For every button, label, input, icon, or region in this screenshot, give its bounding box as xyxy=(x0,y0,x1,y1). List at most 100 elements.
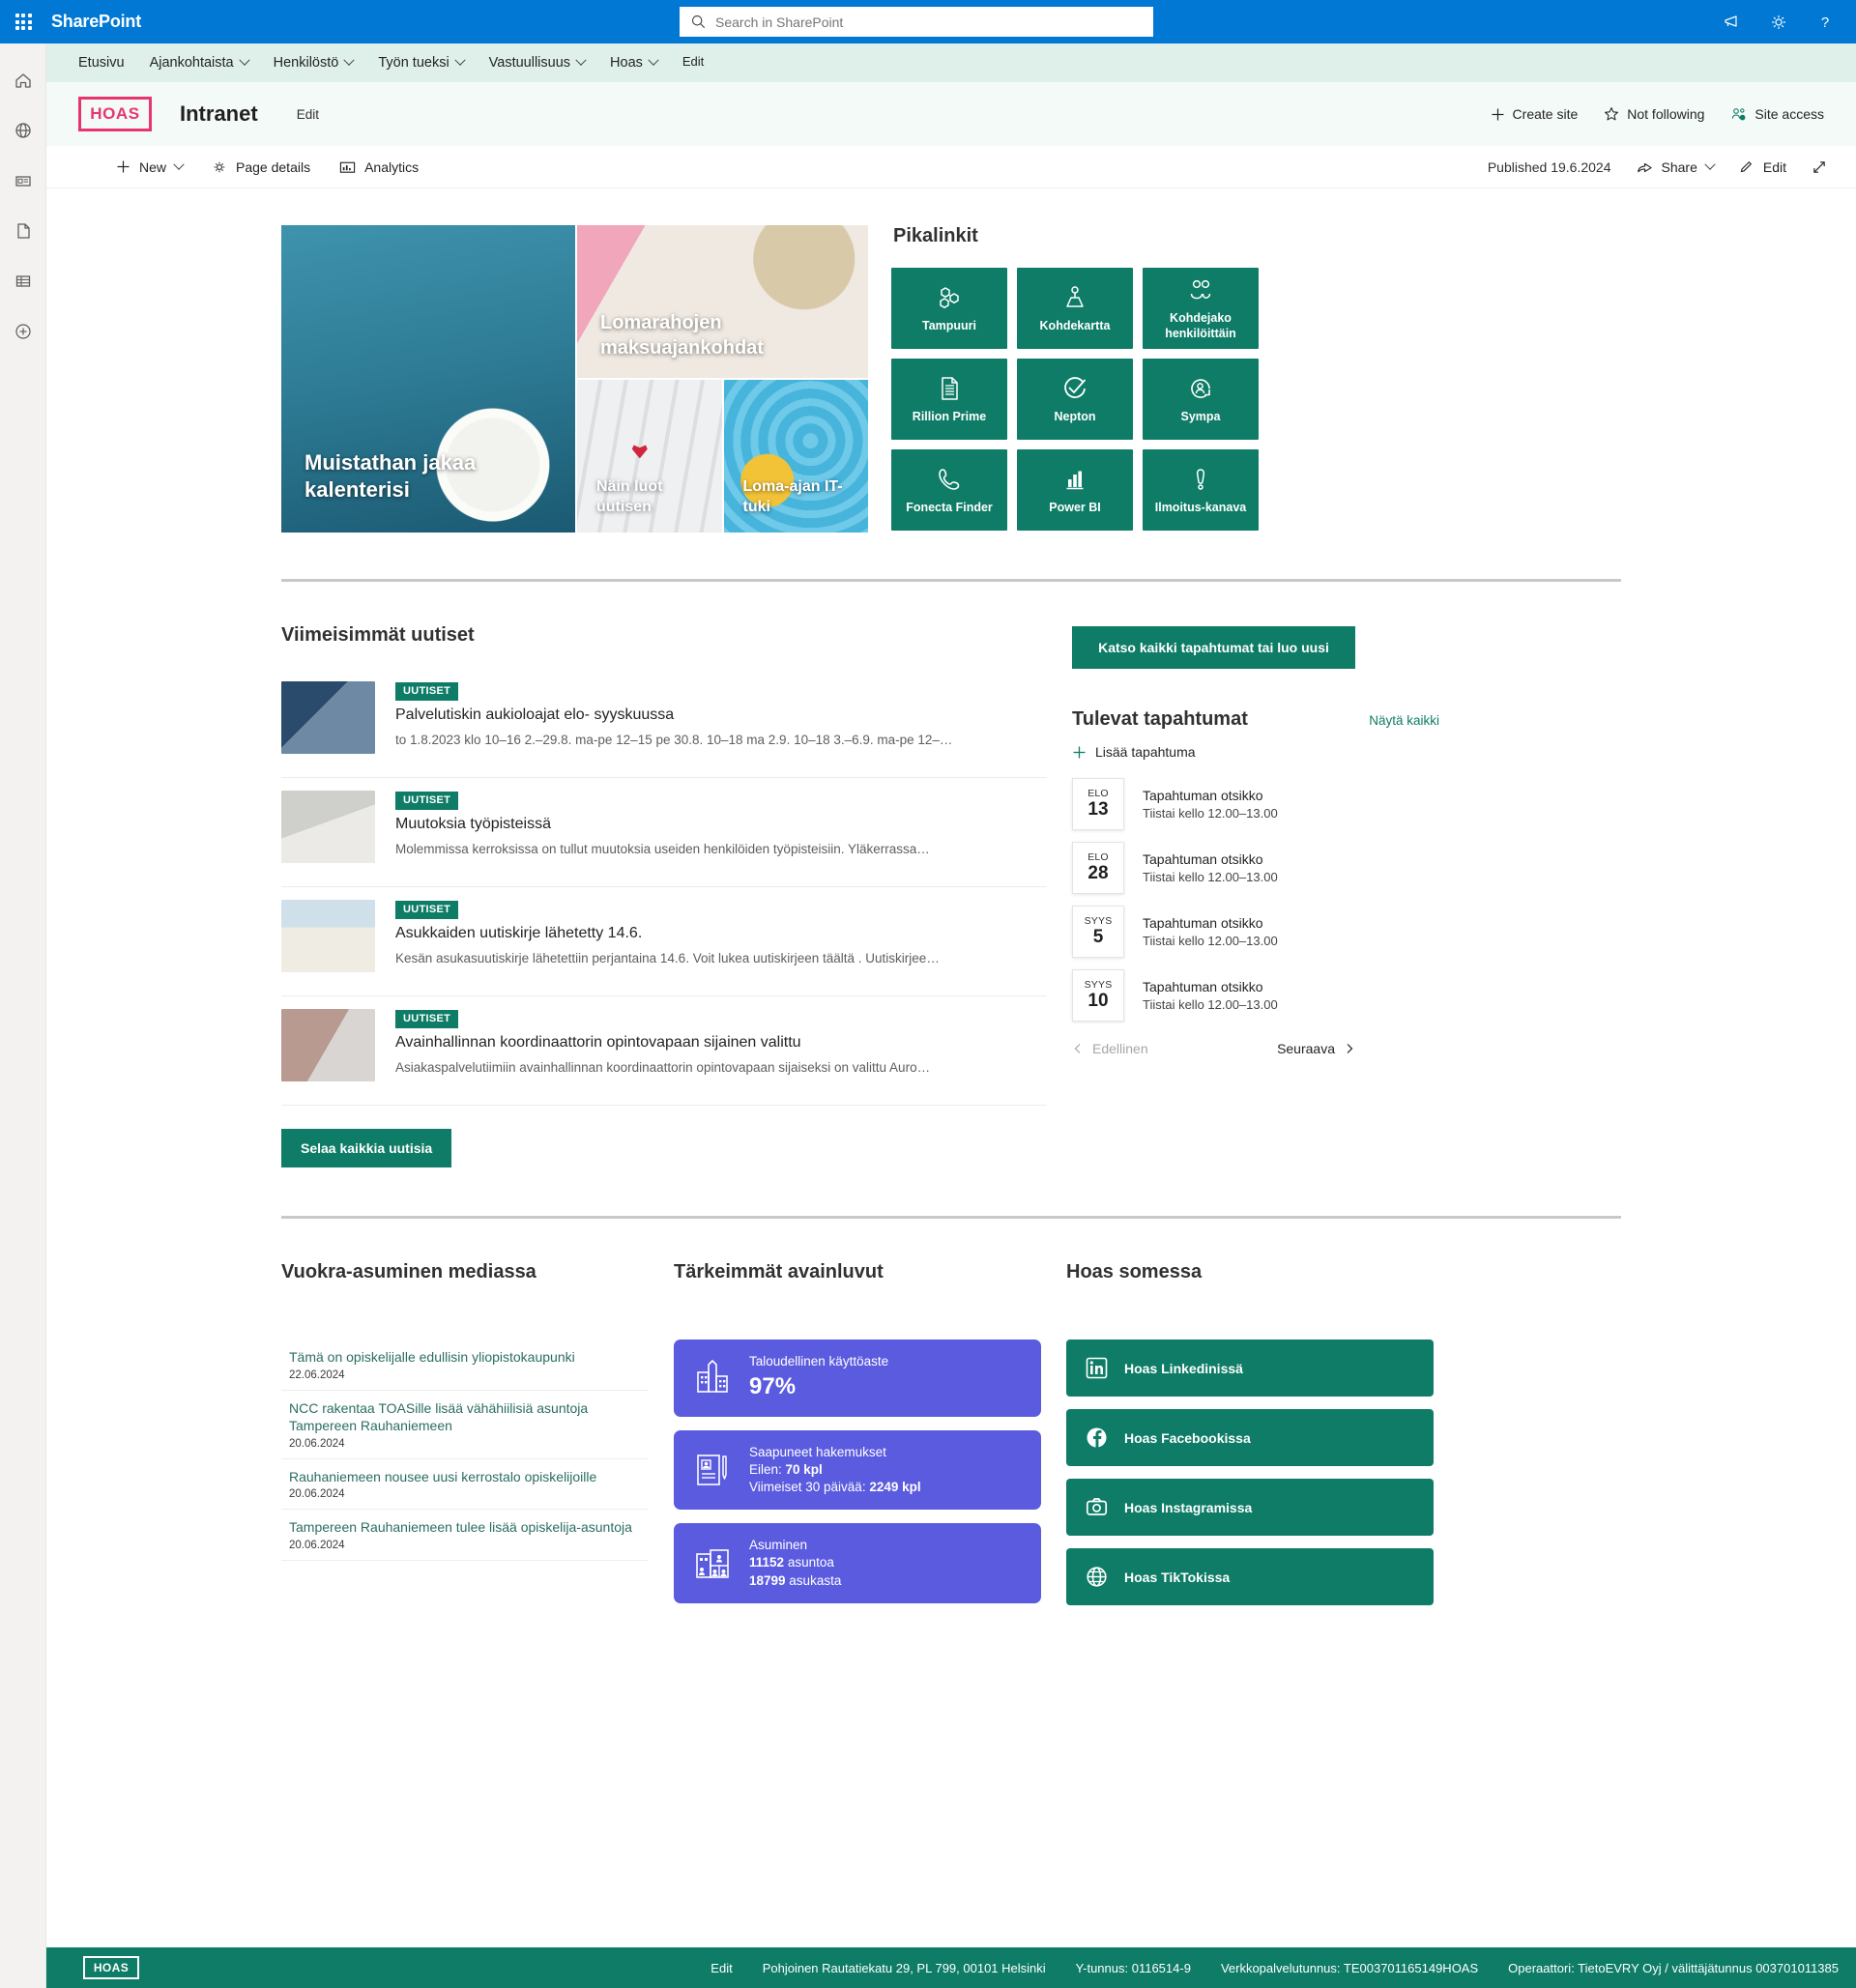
quicklink-nepton[interactable]: Nepton xyxy=(1017,359,1133,440)
social-webpart: Hoas somessa Hoas Linkedinissä Hoas Face… xyxy=(1066,1261,1434,1618)
quicklink-kohdekartta[interactable]: Kohdekartta xyxy=(1017,268,1133,349)
instagram-icon xyxy=(1086,1498,1108,1515)
footer-hoas-logo[interactable]: HOAS xyxy=(83,1956,139,1979)
quicklink-tampuuri[interactable]: Tampuuri xyxy=(891,268,1007,349)
page-details-button[interactable]: Page details xyxy=(212,159,310,175)
follow-button[interactable]: Not following xyxy=(1604,106,1704,122)
news-badge: UUTISET xyxy=(395,901,459,919)
create-icon[interactable] xyxy=(0,306,46,357)
quicklink-rillion-prime[interactable]: Rillion Prime xyxy=(891,359,1007,440)
kpi-card-housing[interactable]: Asuminen 11152 asuntoa 18799 asukasta xyxy=(674,1523,1041,1603)
kpi-value: 97% xyxy=(749,1373,797,1400)
quicklink-fonecta-finder[interactable]: Fonecta Finder xyxy=(891,449,1007,531)
media-link[interactable]: Tampereen Rauhaniemeen tulee lisää opisk… xyxy=(289,1518,641,1537)
news-webpart: Viimeisimmät uutiset UUTISET Palvelutisk… xyxy=(281,624,1047,1167)
housing-icon xyxy=(696,1548,729,1578)
news-headline[interactable]: Muutoksia työpisteissä xyxy=(395,816,1047,833)
media-item[interactable]: Rauhaniemeen nousee uusi kerrostalo opis… xyxy=(281,1459,649,1511)
media-item[interactable]: Tampereen Rauhaniemeen tulee lisää opisk… xyxy=(281,1510,649,1562)
social-link-linkedin[interactable]: Hoas Linkedinissä xyxy=(1066,1340,1434,1397)
kpi-card-occupancy[interactable]: Taloudellinen käyttöaste 97% xyxy=(674,1340,1041,1417)
event-date-box: ELO 13 xyxy=(1072,778,1124,830)
bottom-section: Vuokra-asuminen mediassa Tämä on opiskel… xyxy=(46,1219,1856,1618)
news-item[interactable]: UUTISET Palvelutiskin aukioloajat elo- s… xyxy=(281,669,1047,778)
create-site-label: Create site xyxy=(1512,106,1579,122)
help-icon[interactable]: ? xyxy=(1802,0,1848,43)
site-title-edit-link[interactable]: Edit xyxy=(297,107,319,122)
suite-brand[interactable]: SharePoint xyxy=(51,12,141,32)
nav-label: Ajankohtaista xyxy=(149,55,234,71)
kpi-card-applications[interactable]: Saapuneet hakemukset Eilen: 70 kpl Viime… xyxy=(674,1429,1041,1511)
social-link-tiktok[interactable]: Hoas TikTokissa xyxy=(1066,1548,1434,1605)
globe-icon[interactable] xyxy=(0,105,46,156)
media-link[interactable]: NCC rakentaa TOASille lisää vähähiilisiä… xyxy=(289,1399,641,1435)
quicklink-power-bi[interactable]: Power BI xyxy=(1017,449,1133,531)
nav-item-4[interactable]: Vastuullisuus xyxy=(489,54,587,71)
share-button[interactable]: Share xyxy=(1637,158,1716,175)
hero-section: Muistathan jakaa kalenterisi Lomarahojen… xyxy=(46,188,1856,533)
hero-tile-0[interactable]: Muistathan jakaa kalenterisi xyxy=(281,225,575,533)
nav-item-2[interactable]: Henkilöstö xyxy=(274,54,355,71)
add-event-button[interactable]: Lisää tapahtuma xyxy=(1072,744,1439,760)
all-events-button[interactable]: Katso kaikki tapahtumat tai luo uusi xyxy=(1072,626,1355,669)
quicklink-sympa[interactable]: Sympa xyxy=(1143,359,1259,440)
events-show-all-link[interactable]: Näytä kaikki xyxy=(1369,713,1439,728)
search-input[interactable] xyxy=(715,14,1142,30)
hexagons-icon xyxy=(940,287,959,308)
social-link-instagram[interactable]: Hoas Instagramissa xyxy=(1066,1479,1434,1536)
quicklink-kohdejako[interactable]: Kohdejako henkilöittäin xyxy=(1143,268,1259,349)
news-headline[interactable]: Asukkaiden uutiskirje lähetetty 14.6. xyxy=(395,925,1047,942)
nav-item-5[interactable]: Hoas xyxy=(610,54,659,71)
search-box[interactable] xyxy=(680,7,1153,37)
edit-button[interactable]: Edit xyxy=(1739,159,1786,175)
events-next-button[interactable]: Seuraava xyxy=(1277,1041,1355,1056)
event-item[interactable]: SYYS 10 Tapahtuman otsikko Tiistai kello… xyxy=(1072,969,1439,1022)
create-site-button[interactable]: Create site xyxy=(1491,106,1579,122)
hero-tile-caption: Muistathan jakaa kalenterisi xyxy=(304,450,477,503)
media-item[interactable]: Tämä on opiskelijalle edullisin yliopist… xyxy=(281,1340,649,1391)
list-icon[interactable] xyxy=(0,256,46,306)
news-item[interactable]: UUTISET Asukkaiden uutiskirje lähetetty … xyxy=(281,887,1047,996)
events-prev-button[interactable]: Edellinen xyxy=(1072,1041,1148,1056)
hoas-logo[interactable]: HOAS xyxy=(78,97,152,131)
news-headline[interactable]: Avainhallinnan koordinaattorin opintovap… xyxy=(395,1034,1047,1052)
news-thumbnail xyxy=(281,681,375,754)
fullscreen-button[interactable] xyxy=(1812,159,1827,175)
event-item[interactable]: ELO 28 Tapahtuman otsikko Tiistai kello … xyxy=(1072,842,1439,894)
hero-tile-3[interactable]: Loma-ajan IT-tuki xyxy=(723,380,868,533)
nav-item-3[interactable]: Työn tueksi xyxy=(378,54,466,71)
hero-tile-2[interactable]: Näin luot uutisen xyxy=(577,380,722,533)
event-item[interactable]: SYYS 5 Tapahtuman otsikko Tiistai kello … xyxy=(1072,906,1439,958)
home-icon[interactable] xyxy=(0,55,46,105)
event-info: Tapahtuman otsikko Tiistai kello 12.00–1… xyxy=(1143,915,1278,948)
page-icon[interactable] xyxy=(0,206,46,256)
gear-icon[interactable] xyxy=(1755,0,1802,43)
nav-item-0[interactable]: Etusivu xyxy=(78,55,125,71)
news-item[interactable]: UUTISET Avainhallinnan koordinaattorin o… xyxy=(281,996,1047,1106)
event-item[interactable]: ELO 13 Tapahtuman otsikko Tiistai kello … xyxy=(1072,778,1439,830)
quicklink-ilmoituskanava[interactable]: Ilmoitus-kanava xyxy=(1143,449,1259,531)
site-access-button[interactable]: Site access xyxy=(1730,106,1824,123)
events-prev-label: Edellinen xyxy=(1092,1041,1148,1056)
hero-tile-1[interactable]: Lomarahojen maksuajankohdat xyxy=(577,225,868,378)
app-launcher-button[interactable] xyxy=(0,0,46,43)
site-navigation: Etusivu Ajankohtaista Henkilöstö Työn tu… xyxy=(46,43,1856,82)
nav-item-1[interactable]: Ajankohtaista xyxy=(149,54,250,71)
social-link-facebook[interactable]: Hoas Facebookissa xyxy=(1066,1409,1434,1466)
footer-edit-link[interactable]: Edit xyxy=(710,1961,732,1975)
news-headline[interactable]: Palvelutiskin aukioloajat elo- syyskuuss… xyxy=(395,706,1047,724)
social-label: Hoas Instagramissa xyxy=(1124,1499,1253,1515)
news-icon[interactable] xyxy=(0,156,46,206)
media-link[interactable]: Rauhaniemeen nousee uusi kerrostalo opis… xyxy=(289,1468,641,1486)
media-link[interactable]: Tämä on opiskelijalle edullisin yliopist… xyxy=(289,1348,641,1367)
kpi-label: Taloudellinen käyttöaste xyxy=(749,1354,889,1369)
new-button[interactable]: New xyxy=(116,158,185,175)
browse-all-news-button[interactable]: Selaa kaikkia uutisia xyxy=(281,1129,452,1167)
news-item[interactable]: UUTISET Muutoksia työpisteissä Molemmiss… xyxy=(281,778,1047,887)
news-title: Viimeisimmät uutiset xyxy=(281,624,475,646)
analytics-button[interactable]: Analytics xyxy=(339,159,419,175)
nav-edit-link[interactable]: Edit xyxy=(682,54,704,69)
megaphone-icon[interactable] xyxy=(1709,0,1755,43)
bar-chart-icon xyxy=(339,161,356,173)
media-item[interactable]: NCC rakentaa TOASille lisää vähähiilisiä… xyxy=(281,1391,649,1459)
